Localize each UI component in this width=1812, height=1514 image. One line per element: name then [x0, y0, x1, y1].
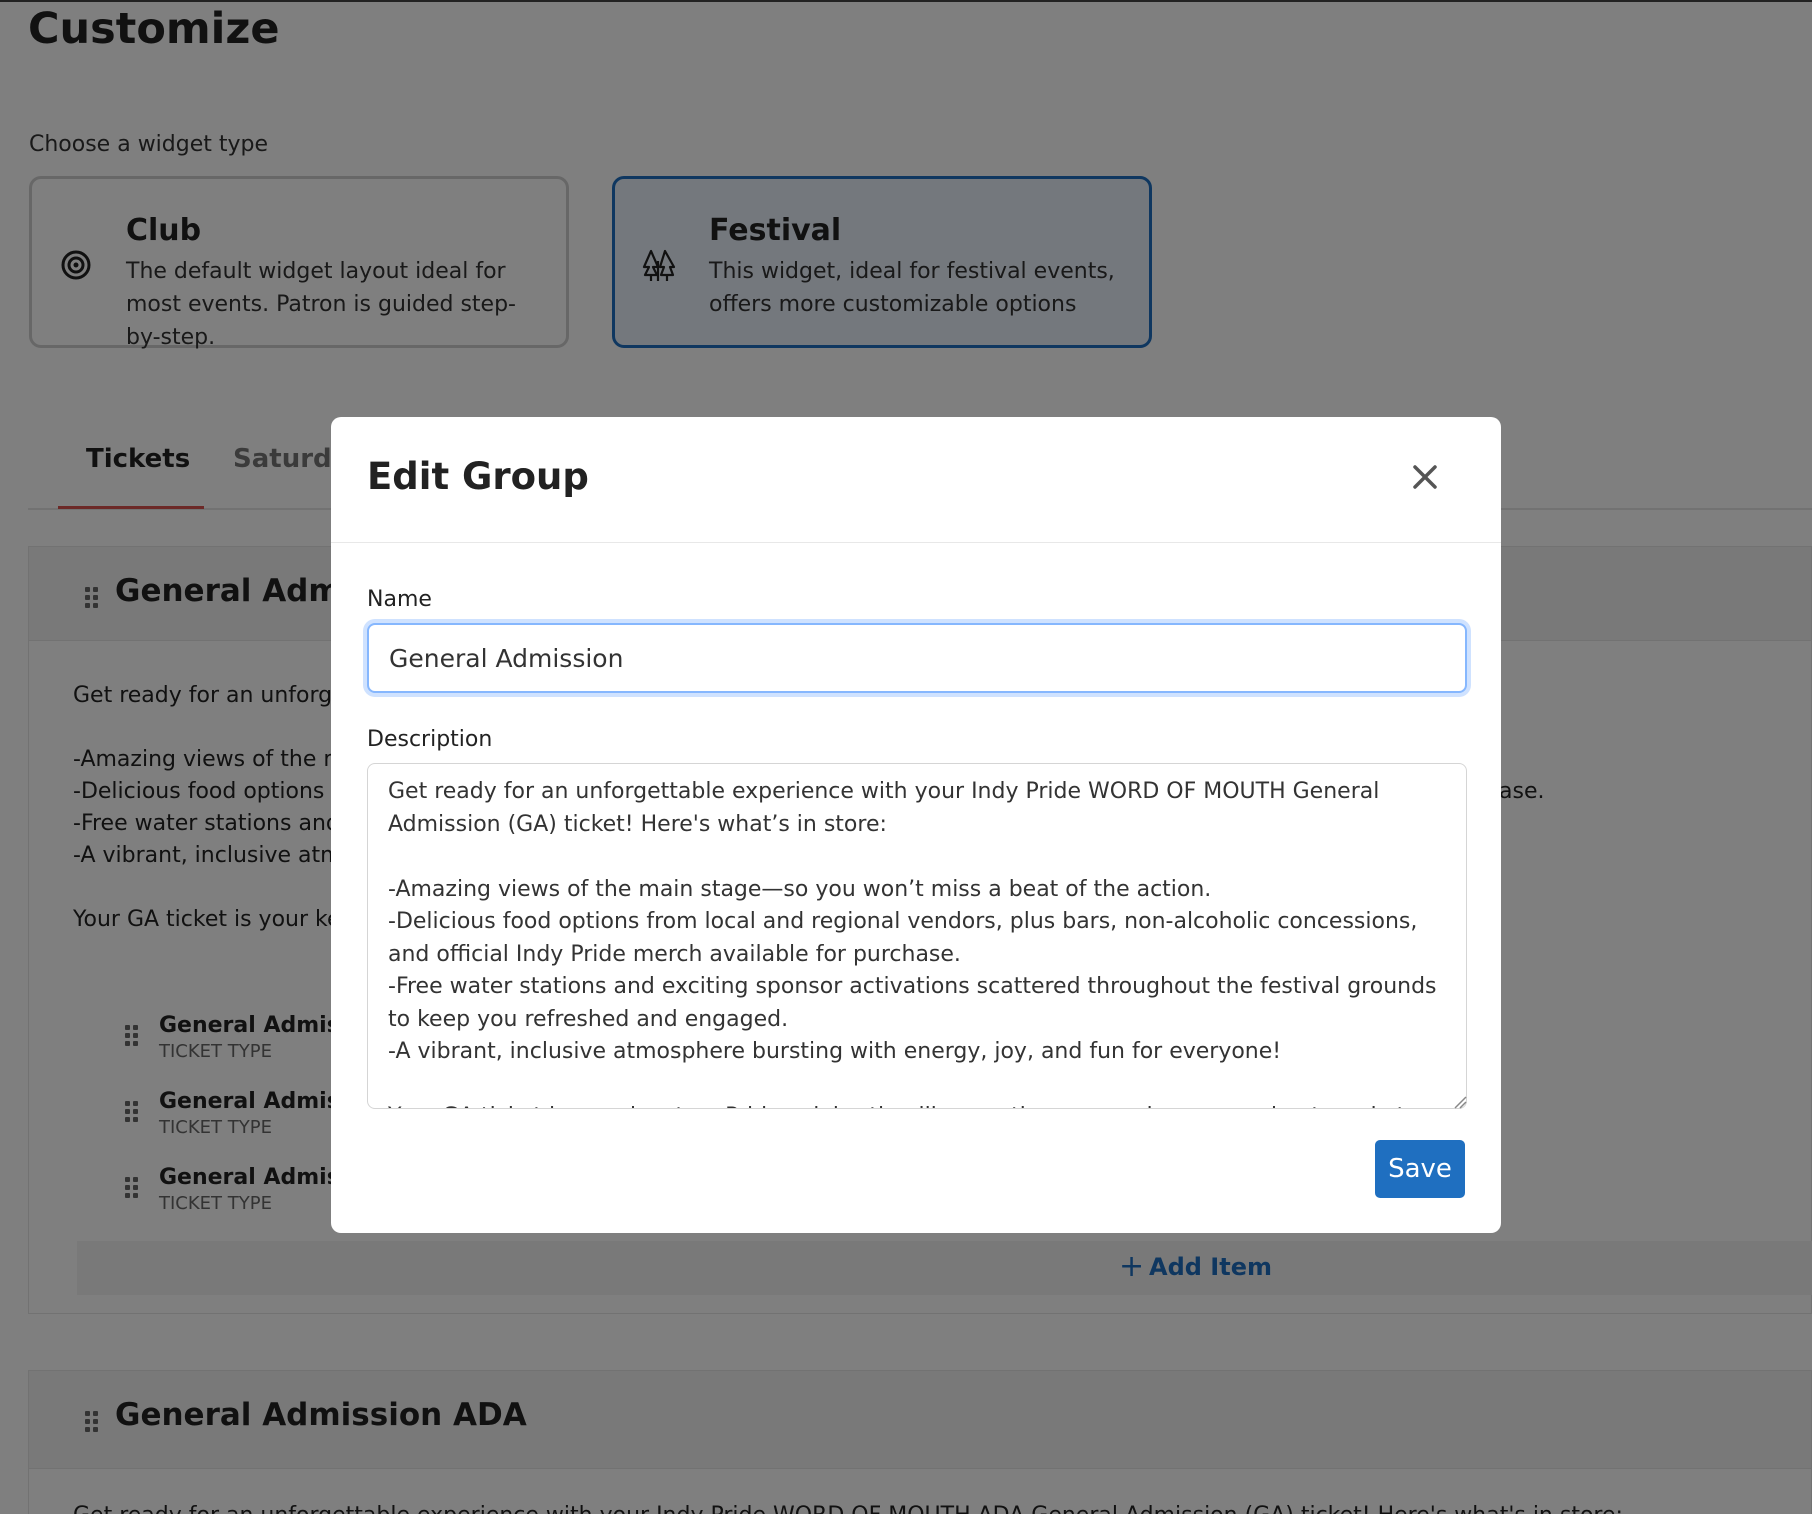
name-label: Name: [367, 587, 432, 612]
description-textarea[interactable]: Get ready for an unforgettable experienc…: [367, 763, 1467, 1109]
modal-header: Edit Group: [331, 417, 1501, 543]
edit-group-modal: Edit Group Name Description Get ready fo…: [331, 417, 1501, 1233]
save-button[interactable]: Save: [1375, 1140, 1465, 1198]
name-field[interactable]: [367, 623, 1467, 693]
description-label: Description: [367, 727, 493, 752]
description-text: Get ready for an unforgettable experienc…: [388, 779, 1437, 1108]
resize-handle-icon[interactable]: [1451, 1093, 1467, 1109]
modal-title: Edit Group: [367, 455, 589, 498]
close-icon[interactable]: [1405, 457, 1445, 497]
